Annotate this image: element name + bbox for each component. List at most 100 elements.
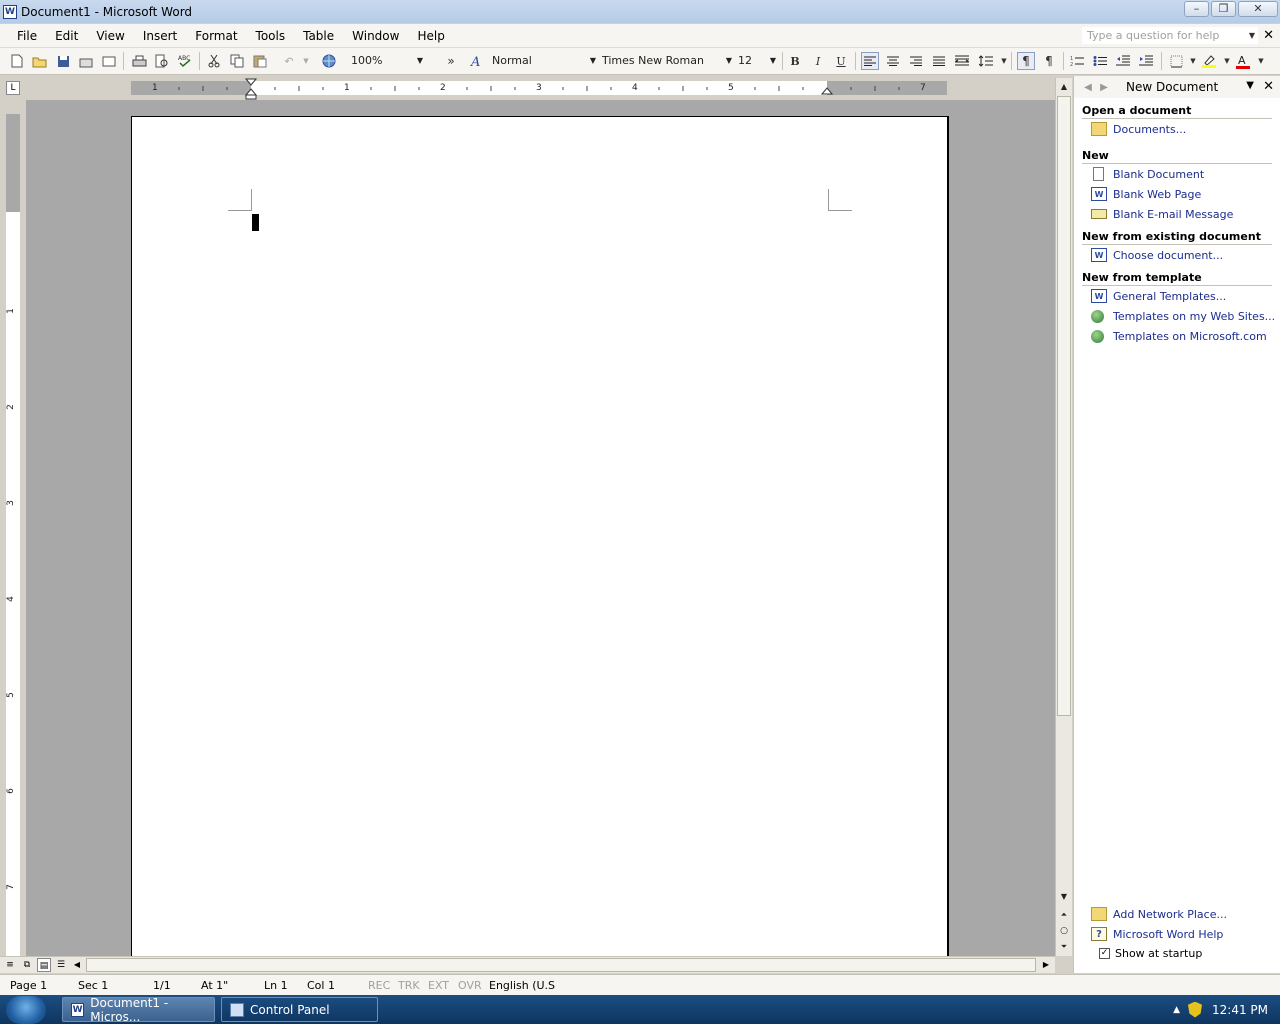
- taskbar-word-button[interactable]: W Document1 - Micros...: [62, 996, 215, 1024]
- security-shield-icon[interactable]: [1188, 1001, 1202, 1018]
- menu-insert[interactable]: Insert: [134, 29, 186, 43]
- link-blank-web-page[interactable]: W Blank Web Page: [1091, 184, 1280, 204]
- right-indent-marker[interactable]: [821, 86, 833, 96]
- menu-file[interactable]: File: [8, 29, 46, 43]
- menu-window[interactable]: Window: [343, 29, 408, 43]
- left-to-right-icon[interactable]: ¶: [1017, 52, 1035, 70]
- spelling-grammar-icon[interactable]: ABC: [176, 52, 194, 70]
- vertical-ruler[interactable]: 1 2 3 4 5 6 7: [6, 114, 20, 956]
- undo-icon[interactable]: ↶: [280, 52, 298, 70]
- email-icon[interactable]: [100, 52, 118, 70]
- forward-arrow-icon[interactable]: ▶: [1096, 82, 1112, 93]
- previous-page-icon[interactable]: ⏶: [1057, 908, 1071, 922]
- vertical-scrollbar[interactable]: ▲ ▼ ⏶ ○ ⏷: [1055, 78, 1072, 956]
- toolbar-options-icon[interactable]: »: [442, 52, 460, 70]
- highlight-icon[interactable]: [1200, 52, 1218, 70]
- back-arrow-icon[interactable]: ◀: [1080, 82, 1096, 93]
- underline-button[interactable]: U: [832, 52, 850, 70]
- italic-button[interactable]: I: [809, 52, 827, 70]
- taskbar-control-panel-button[interactable]: Control Panel: [221, 997, 378, 1022]
- insert-hyperlink-icon[interactable]: [320, 52, 338, 70]
- permission-icon[interactable]: [77, 52, 95, 70]
- style-combo[interactable]: Normal ▼: [488, 52, 598, 70]
- next-page-icon[interactable]: ⏷: [1057, 940, 1071, 954]
- restore-button[interactable]: ❐: [1211, 1, 1236, 17]
- status-language[interactable]: English (U.S: [489, 979, 555, 992]
- horizontal-scrollbar[interactable]: ≡ ⧉ ▤ ☰ ◀ ▶: [0, 956, 1055, 973]
- line-spacing-icon[interactable]: [977, 52, 995, 70]
- word-app-icon[interactable]: W: [3, 4, 17, 19]
- vertical-scroll-thumb[interactable]: [1057, 96, 1071, 716]
- link-templates-microsoft[interactable]: Templates on Microsoft.com: [1091, 326, 1280, 346]
- align-center-icon[interactable]: [884, 52, 902, 70]
- show-hidden-icons-icon[interactable]: ▲: [1173, 1005, 1180, 1015]
- close-button[interactable]: ✕: [1238, 1, 1278, 17]
- save-icon[interactable]: [54, 52, 72, 70]
- increase-indent-icon[interactable]: [1137, 52, 1155, 70]
- print-layout-view-icon[interactable]: ▤: [37, 958, 51, 972]
- minimize-button[interactable]: –: [1184, 1, 1209, 17]
- scroll-left-icon[interactable]: ◀: [70, 958, 84, 972]
- link-general-templates[interactable]: W General Templates...: [1091, 286, 1280, 306]
- outline-view-icon[interactable]: ☰: [54, 958, 68, 972]
- normal-view-icon[interactable]: ≡: [3, 958, 17, 972]
- document-close-icon[interactable]: ✕: [1263, 28, 1274, 43]
- show-at-startup-checkbox[interactable]: ✓ Show at startup: [1099, 944, 1280, 962]
- link-word-help[interactable]: ? Microsoft Word Help: [1091, 924, 1280, 944]
- align-left-icon[interactable]: [861, 52, 879, 70]
- bullets-icon[interactable]: [1091, 52, 1109, 70]
- status-ext[interactable]: EXT: [428, 979, 449, 992]
- link-blank-email[interactable]: Blank E-mail Message: [1091, 204, 1280, 224]
- scroll-right-icon[interactable]: ▶: [1039, 958, 1053, 972]
- help-question-input[interactable]: Type a question for help ▼: [1082, 27, 1258, 44]
- menu-format[interactable]: Format: [186, 29, 246, 43]
- cut-icon[interactable]: [205, 52, 223, 70]
- menu-help[interactable]: Help: [408, 29, 453, 43]
- document-page[interactable]: [131, 116, 949, 956]
- menu-tools[interactable]: Tools: [247, 29, 295, 43]
- link-documents[interactable]: Documents...: [1091, 119, 1280, 139]
- paste-icon[interactable]: [251, 52, 269, 70]
- print-preview-icon[interactable]: [153, 52, 171, 70]
- new-document-icon[interactable]: [8, 52, 26, 70]
- scroll-up-icon[interactable]: ▲: [1057, 80, 1071, 94]
- font-color-icon[interactable]: A: [1234, 52, 1252, 70]
- web-layout-view-icon[interactable]: ⧉: [20, 958, 34, 972]
- justify-icon[interactable]: [930, 52, 948, 70]
- tab-selector-icon[interactable]: L: [6, 81, 20, 95]
- open-folder-icon[interactable]: [31, 52, 49, 70]
- decrease-indent-icon[interactable]: [1114, 52, 1132, 70]
- link-choose-document[interactable]: W Choose document...: [1091, 245, 1280, 265]
- font-color-dropdown-icon[interactable]: ▼: [1252, 52, 1270, 70]
- copy-icon[interactable]: [228, 52, 246, 70]
- print-icon[interactable]: [130, 52, 148, 70]
- borders-icon[interactable]: [1167, 52, 1185, 70]
- right-to-left-icon[interactable]: ¶: [1040, 52, 1058, 70]
- menu-view[interactable]: View: [87, 29, 133, 43]
- first-line-indent-marker[interactable]: [245, 78, 257, 100]
- horizontal-ruler[interactable]: 1 1 2 3 4 5 7: [131, 78, 947, 100]
- status-ovr[interactable]: OVR: [458, 979, 482, 992]
- link-blank-document[interactable]: Blank Document: [1091, 164, 1280, 184]
- scroll-down-icon[interactable]: ▼: [1057, 890, 1071, 904]
- start-button[interactable]: [6, 996, 46, 1024]
- zoom-dropdown-icon[interactable]: ▼: [417, 52, 423, 70]
- bold-button[interactable]: B: [786, 52, 804, 70]
- styles-formatting-icon[interactable]: A: [468, 52, 486, 70]
- undo-dropdown-icon[interactable]: ▼: [297, 52, 315, 70]
- select-browse-object-icon[interactable]: ○: [1057, 924, 1071, 938]
- distributed-icon[interactable]: [953, 52, 971, 70]
- task-pane-dropdown-icon[interactable]: ▼: [1246, 80, 1254, 91]
- clock[interactable]: 12:41 PM: [1212, 1003, 1268, 1017]
- font-dropdown-icon[interactable]: ▼: [726, 52, 732, 70]
- status-trk[interactable]: TRK: [398, 979, 420, 992]
- help-dropdown-icon[interactable]: ▼: [1249, 28, 1255, 43]
- font-combo[interactable]: Times New Roman ▼: [598, 52, 734, 70]
- horizontal-scroll-thumb[interactable]: [86, 958, 1036, 972]
- task-pane-close-icon[interactable]: ✕: [1263, 79, 1274, 94]
- zoom-combo[interactable]: 100% ▼: [347, 52, 425, 70]
- link-templates-web-sites[interactable]: Templates on my Web Sites...: [1091, 306, 1280, 326]
- menu-edit[interactable]: Edit: [46, 29, 87, 43]
- status-rec[interactable]: REC: [368, 979, 390, 992]
- menu-table[interactable]: Table: [294, 29, 343, 43]
